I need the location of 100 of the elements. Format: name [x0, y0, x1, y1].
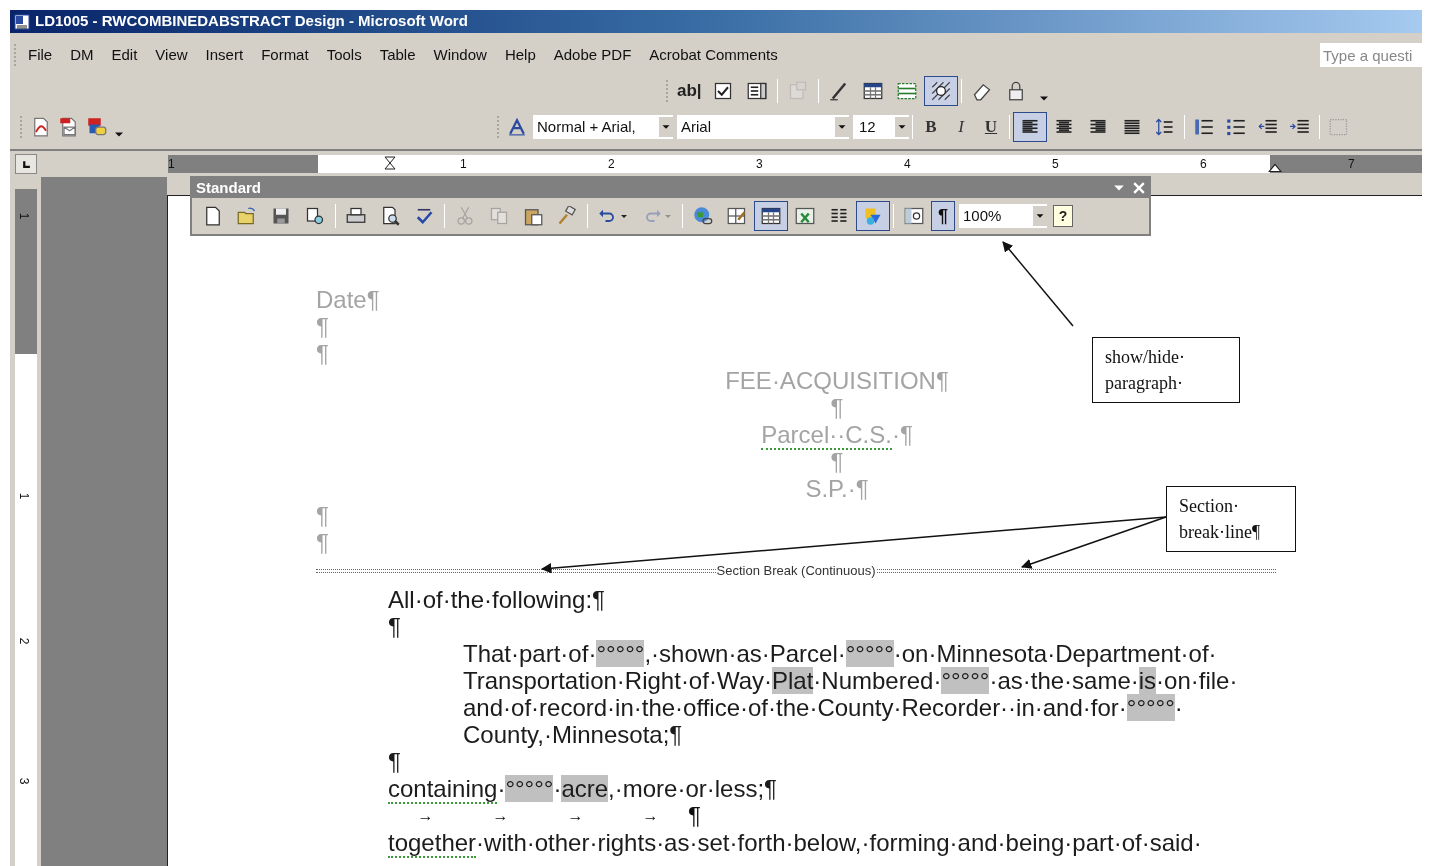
table-pencil-icon	[727, 206, 747, 226]
window-title: LD1005 - RWCOMBINEDABSTRACT Design - Microsoft Word	[35, 11, 468, 32]
document-line: ¶	[830, 448, 844, 475]
table-icon	[862, 81, 883, 101]
menu-item[interactable]: File	[21, 43, 60, 67]
document-line: FEE·ACQUISITION¶	[725, 367, 949, 394]
borders-icon	[1329, 117, 1349, 137]
shapes-icon	[863, 206, 883, 226]
document-map-icon	[904, 206, 924, 226]
ruler-number: 1	[460, 156, 467, 173]
ruler-number: 1	[168, 156, 175, 173]
caret-icon	[895, 117, 909, 137]
callout-box: show/hide· paragraph·	[1092, 337, 1240, 403]
ruler-number: 3	[756, 156, 763, 173]
pages-icon	[305, 206, 325, 226]
font-size-dropdown[interactable]: 12	[853, 115, 909, 139]
paragraph: ¶	[388, 613, 401, 640]
paragraph: That·part·of·°°°°°,·shown·as·Parcel·°°°°°·on·Minnesota·Department·of· Transportation·Right·of·Way·Plat·Numbered·°°°°°·as·the·same·is·on·file· and·of·record·in·the·office·of·the·County·Recorder··in·and·for·°°°°°· County,·Minnesota;¶	[463, 640, 1238, 748]
tab-mark: →	[416, 806, 435, 826]
ruler-number: 7	[1348, 156, 1355, 173]
scissors-icon	[455, 206, 475, 226]
font-dropdown[interactable]: Arial	[677, 115, 849, 139]
alignment-button[interactable]	[1013, 112, 1047, 142]
brush-icon	[557, 206, 577, 226]
style-dropdown[interactable]: Normal + Arial,	[533, 115, 673, 139]
ruler-number: 2	[608, 156, 615, 173]
spellcheck-icon	[414, 206, 434, 226]
menu-item[interactable]: Format	[254, 43, 316, 67]
toolbar-button[interactable]	[754, 201, 788, 231]
menu-item[interactable]: Edit	[104, 43, 145, 67]
ruler-number: 3	[16, 777, 33, 785]
table-icon	[761, 206, 781, 226]
paragraph-mark: ¶	[688, 802, 701, 829]
paragraph: containing·°°°°°·acre,·more·or·less;¶	[388, 775, 777, 802]
ruler-number: 4	[904, 156, 911, 173]
ruler-number: 1	[16, 492, 33, 500]
line-spacing-icon	[1155, 117, 1175, 137]
caret-icon	[1033, 206, 1047, 226]
pdf-icon	[31, 117, 51, 137]
callout-box: Section· break·line¶	[1166, 486, 1296, 552]
ruler-number: 1	[16, 212, 33, 220]
underline-button[interactable]: U	[976, 114, 1006, 140]
text-field-button[interactable]: ab|	[673, 78, 706, 104]
document-icon	[203, 206, 223, 226]
bold-button[interactable]: B	[916, 114, 946, 140]
tab-mark: →	[566, 806, 585, 826]
menu-item[interactable]: Adobe PDF	[546, 43, 639, 67]
menu-item[interactable]: Acrobat Comments	[642, 43, 785, 67]
styles-icon	[508, 118, 526, 136]
pencil-icon	[828, 81, 849, 101]
globe-icon	[693, 206, 713, 226]
list-box-icon	[746, 81, 767, 101]
shading-icon	[930, 81, 951, 101]
section-break-label: Section Break (Continuous)	[715, 562, 877, 581]
help-button[interactable]: ?	[1053, 205, 1073, 227]
menu-item[interactable]: Help	[497, 43, 543, 67]
toolbar-button[interactable]	[856, 201, 890, 231]
close-icon[interactable]	[1133, 182, 1145, 194]
italic-button[interactable]: I	[946, 114, 976, 140]
menu-item[interactable]: Table	[372, 43, 423, 67]
ruler-number: 6	[1200, 156, 1207, 173]
clipboard-icon	[523, 206, 543, 226]
checkbox-icon	[712, 81, 733, 101]
menu-item[interactable]: Window	[426, 43, 494, 67]
caret-icon	[659, 117, 673, 137]
grid-icon	[896, 81, 917, 101]
tab-stop-selector[interactable]	[15, 154, 37, 174]
document-line: ¶	[830, 394, 844, 421]
eraser-icon	[971, 81, 992, 101]
paragraph: together·with·other·rights·as·set·forth·below,·forming·and·being·part·of·said·	[388, 829, 1202, 856]
pdf-comment-icon	[87, 117, 107, 137]
caret-icon	[835, 117, 849, 137]
tab-mark: →	[491, 806, 510, 826]
more-caret-icon	[1039, 96, 1048, 101]
document-line: ¶	[316, 502, 329, 529]
menu-item[interactable]: Insert	[198, 43, 251, 67]
show-hide-button[interactable]: ¶	[931, 201, 955, 231]
pdf-envelope-icon	[59, 117, 79, 137]
menu-item[interactable]: Tools	[319, 43, 369, 67]
numbered-list-icon	[1194, 117, 1214, 137]
document-line: Parcel··C.S.·¶	[761, 421, 913, 448]
toolbar-button[interactable]	[923, 76, 958, 106]
document-line: Date¶	[316, 286, 380, 313]
printer-icon	[346, 206, 366, 226]
document-line: ¶	[316, 529, 329, 556]
properties-icon	[787, 81, 808, 101]
caret-icon	[664, 212, 672, 220]
menu-item[interactable]: View	[148, 43, 195, 67]
document-line: S.P.·¶	[805, 475, 869, 502]
justify-icon	[1122, 117, 1142, 137]
print-preview-icon	[380, 206, 400, 226]
paragraph: All·of·the·following:¶	[388, 586, 605, 613]
ruler-number: 5	[1052, 156, 1059, 173]
menu-item[interactable]: DM	[63, 43, 101, 67]
document-line: ¶	[316, 340, 329, 367]
folder-icon	[237, 206, 257, 226]
caret-icon	[620, 212, 628, 220]
help-search-field[interactable]: Type a questi	[1320, 43, 1422, 67]
zoom-dropdown[interactable]: 100%	[959, 204, 1047, 228]
more-caret-icon	[115, 132, 123, 137]
